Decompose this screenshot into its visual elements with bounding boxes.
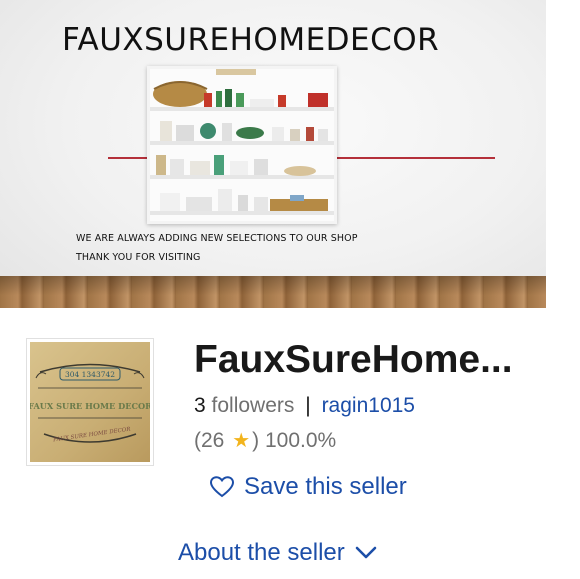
shelf-image (147, 66, 337, 224)
logo-phone: 304 1343742 (65, 370, 115, 379)
heart-outline-icon (210, 476, 234, 498)
seller-username-link[interactable]: ragin1015 (322, 394, 415, 417)
feedback-count: (26 (194, 429, 225, 452)
feedback-percent: 100.0% (264, 429, 337, 452)
save-seller-button[interactable]: Save this seller (210, 473, 407, 501)
followers-label: followers (211, 394, 295, 417)
followers-count: 3 (194, 394, 206, 417)
banner-title: FAUXSUREHOMEDECOR (62, 22, 440, 58)
banner-accent-line-right (330, 157, 495, 159)
logo-artwork: 304 1343742 FAUX SURE HOME DECOR FAUX SU… (30, 363, 150, 444)
divider: | (305, 394, 311, 417)
banner-message: WE ARE ALWAYS ADDING NEW SELECTIONS TO O… (76, 233, 358, 244)
shelf-illustration (150, 69, 334, 221)
about-seller-label: About the seller (178, 539, 345, 566)
store-banner: FAUXSUREHOMEDECOR WE ARE ALWAYS ADDING N… (0, 0, 546, 308)
seller-logo[interactable]: 304 1343742 FAUX SURE HOME DECOR FAUX SU… (26, 338, 154, 466)
store-name[interactable]: FauxSureHome... (194, 338, 513, 382)
save-seller-label: Save this seller (244, 473, 407, 500)
star-icon: ★ (232, 430, 251, 452)
followers-row: 3 followers | ragin1015 (194, 394, 415, 418)
about-seller-toggle[interactable]: About the seller (178, 539, 377, 567)
logo-name: FAUX SURE HOME DECOR (30, 401, 150, 411)
logo-subtext: FAUX SURE HOME DECOR (52, 427, 131, 444)
banner-thanks: THANK YOU FOR VISITING (76, 252, 201, 263)
feedback-row: (26 ★) 100.0% (194, 428, 336, 453)
feedback-close: ) (252, 429, 260, 452)
banner-accent-line-left (108, 157, 151, 159)
chevron-down-icon (355, 546, 377, 559)
